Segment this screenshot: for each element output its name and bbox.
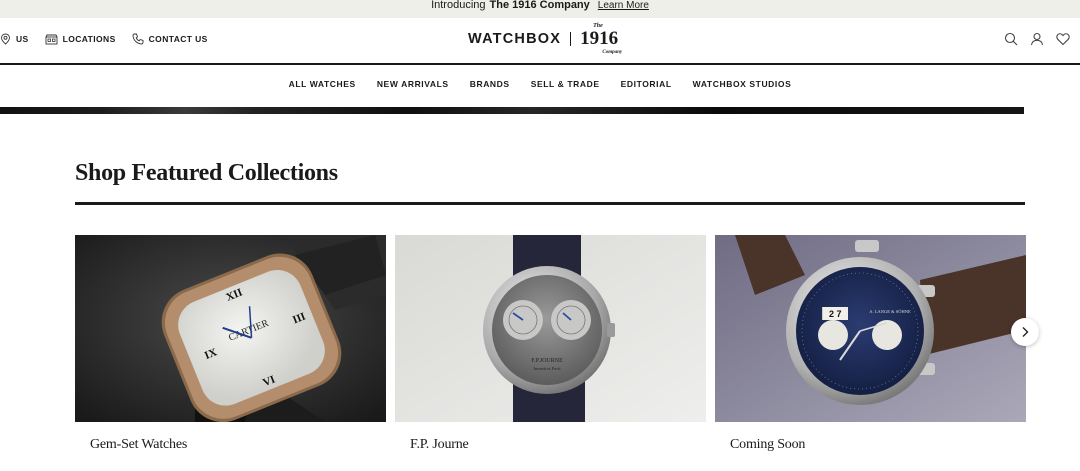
- search-icon[interactable]: [1004, 32, 1018, 51]
- announcement-bar: Introducing The 1916 Company Learn More: [0, 0, 1080, 18]
- account-icon[interactable]: [1030, 32, 1044, 51]
- logo-divider: [570, 32, 572, 46]
- collection-card-coming-soon[interactable]: 2 7 A. LANGE & SÖHNE: [715, 235, 1026, 422]
- nav-brands[interactable]: BRANDS: [470, 79, 510, 89]
- nav-editorial[interactable]: EDITORIAL: [621, 79, 672, 89]
- locations-link[interactable]: LOCATIONS: [45, 34, 116, 45]
- site-header: US LOCATIONS CONTACT US WATCHBOX The 191…: [0, 18, 1080, 65]
- lange-datograph-watch-image: 2 7 A. LANGE & SÖHNE: [715, 235, 1026, 422]
- location-pin-icon: [1, 33, 10, 45]
- main-nav: ALL WATCHES NEW ARRIVALS BRANDS SELL & T…: [0, 67, 1080, 100]
- announcement-text: Introducing: [431, 0, 486, 11]
- phone-icon: [132, 33, 144, 45]
- collection-label-gem-set[interactable]: Gem-Set Watches: [90, 437, 187, 453]
- store-icon: [45, 34, 58, 44]
- nav-all-watches[interactable]: ALL WATCHES: [289, 79, 356, 89]
- site-logo[interactable]: WATCHBOX The 1916 Company: [468, 23, 622, 55]
- region-label: US: [16, 34, 29, 44]
- nav-sell-trade[interactable]: SELL & TRADE: [531, 79, 600, 89]
- section-title: Shop Featured Collections: [75, 160, 338, 186]
- nav-watchbox-studios[interactable]: WATCHBOX STUDIOS: [693, 79, 792, 89]
- announcement-brand: The 1916 Company: [489, 0, 590, 11]
- collection-label-coming-soon[interactable]: Coming Soon: [730, 437, 805, 453]
- nav-new-arrivals[interactable]: NEW ARRIVALS: [377, 79, 449, 89]
- logo-the: The: [593, 23, 603, 29]
- collection-label-fp-journe[interactable]: F.P. Journe: [410, 437, 469, 453]
- contact-link[interactable]: CONTACT US: [132, 33, 208, 45]
- logo-company: Company: [602, 50, 623, 55]
- logo-watchbox: WATCHBOX: [468, 31, 562, 47]
- svg-text:A. LANGE & SÖHNE: A. LANGE & SÖHNE: [869, 309, 911, 314]
- wishlist-heart-icon[interactable]: [1056, 32, 1070, 51]
- carousel-next-button[interactable]: [1011, 318, 1039, 346]
- fp-journe-watch-image: F.P.JOURNE Invenit et Fecit: [395, 235, 706, 422]
- contact-label: CONTACT US: [148, 34, 208, 44]
- region-selector[interactable]: US: [0, 33, 29, 45]
- chevron-right-icon: [1022, 327, 1029, 337]
- locations-label: LOCATIONS: [62, 34, 116, 44]
- header-actions: [992, 32, 1070, 51]
- svg-text:Invenit et Fecit: Invenit et Fecit: [533, 366, 561, 371]
- collection-card-gem-set[interactable]: CARTIER XII IX III VI: [75, 235, 386, 422]
- hero-banner-edge: [0, 107, 1024, 114]
- svg-text:F.P.JOURNE: F.P.JOURNE: [531, 358, 563, 364]
- learn-more-link[interactable]: Learn More: [598, 0, 649, 11]
- utility-links: US LOCATIONS CONTACT US: [0, 33, 224, 45]
- logo-1916: The 1916 Company: [580, 23, 622, 55]
- logo-number: 1916: [580, 28, 619, 49]
- cartier-gem-set-watch-image: CARTIER XII IX III VI: [75, 235, 386, 422]
- svg-text:2 7: 2 7: [829, 309, 842, 319]
- section-divider: [75, 202, 1025, 205]
- collection-card-fp-journe[interactable]: F.P.JOURNE Invenit et Fecit: [395, 235, 706, 422]
